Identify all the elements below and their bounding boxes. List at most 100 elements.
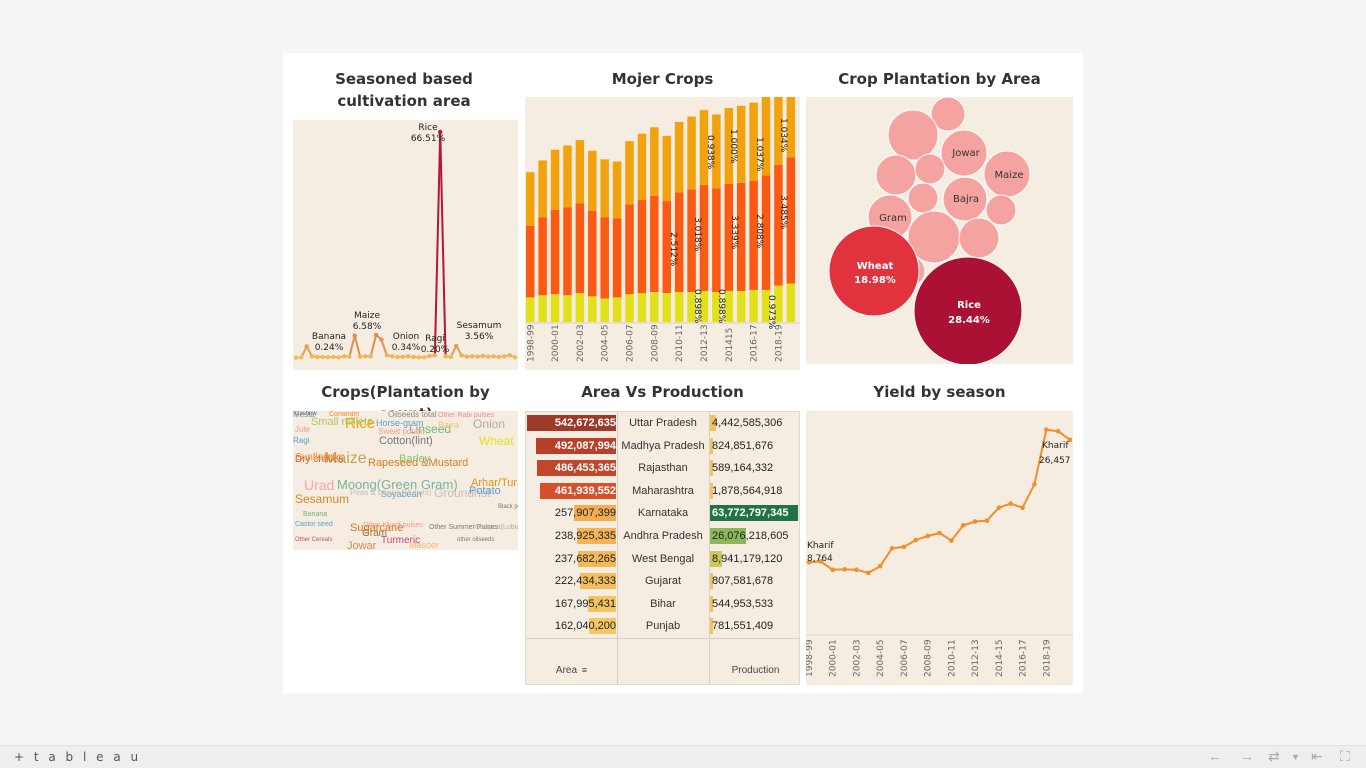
word-cloud-word[interactable]: Masoor [409,541,439,550]
word-cloud-word[interactable]: Bajra [438,421,459,430]
yield-point [866,570,871,576]
word-cloud-word[interactable]: Black pepper [498,504,518,510]
mojer-x-tick: 2008-09 [650,324,660,362]
word-cloud-word[interactable]: Ragi [293,437,309,445]
fullscreen-icon[interactable]: ⛶ [1340,748,1350,765]
table-row[interactable]: 542,672,635 Uttar Pradesh 4,442,585,306 [526,412,799,434]
word-cloud-word[interactable]: Wheat [479,435,514,447]
yield-x-tick: 2004-05 [876,639,886,677]
word-cloud-word[interactable]: Barley [399,454,430,465]
table-row[interactable]: 222,434,333 Gujarat 807,581,678 [526,570,799,592]
word-cloud-word[interactable]: Jute [295,426,310,434]
yield-point [913,537,919,543]
table-row[interactable]: 492,087,994 Madhya Pradesh 824,851,676 [526,435,799,457]
yield-point [949,538,954,543]
sort-icon[interactable]: ≡ [582,665,587,675]
state-name: Maharashtra [632,484,694,497]
production-value: 1,878,564,918 [712,484,783,497]
mojer-x-tick: 2006-07 [626,324,636,362]
word-cloud-word[interactable]: Banana [303,511,327,518]
table-row[interactable]: 486,453,365 Rajasthan 589,164,332 [526,457,799,479]
word-cloud-word[interactable]: Onion [473,418,505,430]
season-point [421,355,427,360]
mojer-bar-segment [637,200,647,294]
table-row[interactable]: 461,939,552 Maharashtra 1,878,564,918 [526,480,799,502]
state-name: West Bengal [631,552,695,565]
mojer-bar-segment [625,294,634,322]
revert-icon[interactable]: ⇄ [1268,748,1280,765]
word-cloud-word[interactable]: Sunflower [295,453,339,463]
mojer-crops-chart[interactable]: 1998-99 2000-01 2002-03 2004-05 2006-07 2008-… [525,97,800,370]
word-cloud-word[interactable]: other oilseeds [457,537,494,543]
season-line-chart: Rice66.51% Banana0.24% Maize6.58% Onion0.34… [293,123,518,360]
word-cloud-word[interactable]: Jowar [347,541,376,551]
season-label-pct: 0.24% [315,343,344,353]
word-cloud-word[interactable]: Other Rabi pulses [438,412,494,419]
yield-x-tick: 2014-15 [995,639,1005,677]
table-row[interactable]: 257,907,399 Karnataka 63,772,797,345 [526,502,799,524]
redo-icon[interactable]: → [1240,748,1254,764]
yield-point [1008,501,1013,506]
area-value: 542,672,635 [554,417,616,429]
season-point [347,354,352,359]
season-line-segment [433,131,442,356]
word-cloud-word[interactable]: Sesamum [295,493,349,505]
mojer-bar-segment [526,297,535,322]
word-cloud-word[interactable]: Mesta [293,411,315,419]
plantation-area-title: Crop Plantation by Area [838,70,1041,88]
season-line-segment [380,339,388,356]
mojer-bar-segment [749,289,758,322]
tableau-logo[interactable]: + t a b l e a u [14,750,141,764]
mojer-annotation: 0.898% [692,289,702,324]
word-cloud-word[interactable]: Other Kharif pulses [363,522,423,529]
plantation-area-chart[interactable]: Jowar Maize Bajra Gram Wheat 18.98% Rice… [806,97,1073,364]
undo-icon[interactable]: ← [1208,748,1222,764]
mojer-bar-segment [526,225,535,298]
season-chart[interactable]: Rice 66.51% Banana 0.24% Maize 6.58% Onion 0.34… [293,120,518,370]
word-cloud-word[interactable]: Castor seed [295,521,333,528]
word-cloud-word[interactable]: Peas & beans (Pulses) [350,489,431,497]
season-point [400,354,406,360]
mojer-bar-segment [600,217,609,299]
word-cloud-word[interactable]: Cowpea(Lobia) [475,524,518,531]
area-value: 238,925,335 [554,530,616,542]
table-row[interactable]: 237,682,265 West Bengal 8,941,179,120 [526,548,799,570]
state-name: Gujarat [644,575,682,588]
word-cloud-word[interactable]: Coriander [329,411,360,418]
mojer-bar-segment [612,161,622,219]
word-cloud-word[interactable]: Potato [469,486,501,497]
word-cloud-word[interactable]: Other Cereals [295,537,332,543]
yield-start-value: 8,764 [807,554,833,564]
season-point [496,354,502,360]
season-point [448,354,454,360]
word-cloud-word[interactable]: Urad [304,478,334,492]
yield-chart[interactable]: 1998-99 2000-01 2002-03 2004-05 2006-07 2008-… [806,411,1073,685]
yield-point [877,563,883,569]
season-point [304,344,309,349]
season-point [336,355,341,360]
production-column-header[interactable]: Production [710,665,799,676]
yield-start-season: Kharif [807,541,834,551]
season-point [454,343,459,349]
yield-end-value: 26,457 [1039,456,1071,466]
table-row[interactable]: 238,925,335 Andhra Pradesh 26,076,218,605 [526,525,799,547]
word-cloud-word[interactable]: Sweet potato [378,428,425,436]
reset-icon[interactable]: ⇤ [1311,748,1323,765]
bubble-label-bajra: Bajra [953,194,979,205]
crop-word-cloud[interactable]: Rice Maize Moong(Green Gram) Urad Arhar/Tur G… [293,411,518,550]
word-cloud-word[interactable]: Cotton(lint) [379,436,433,447]
mojer-bar-segment [650,127,659,196]
table-row[interactable]: 162,040,200 Punjab 781,551,409 [526,615,799,637]
yield-point [1032,482,1037,487]
yield-line [808,428,1071,574]
area-column-header[interactable]: Area ≡ [526,665,617,676]
mojer-bar-segment [538,217,547,296]
word-cloud-word[interactable]: Small millets [311,417,373,428]
table-row[interactable]: 167,995,431 Bihar 544,953,533 [526,593,799,615]
revert-dropdown-icon[interactable]: ▼ [1291,752,1300,762]
area-vs-production-table[interactable]: 542,672,635 Uttar Pradesh 4,442,585,306 492… [525,411,800,685]
yield-point [901,544,907,550]
word-cloud-word[interactable]: Oilseeds total [388,411,436,419]
season-label-pct: 3.56% [465,332,494,342]
area-value: 492,087,994 [554,439,616,452]
